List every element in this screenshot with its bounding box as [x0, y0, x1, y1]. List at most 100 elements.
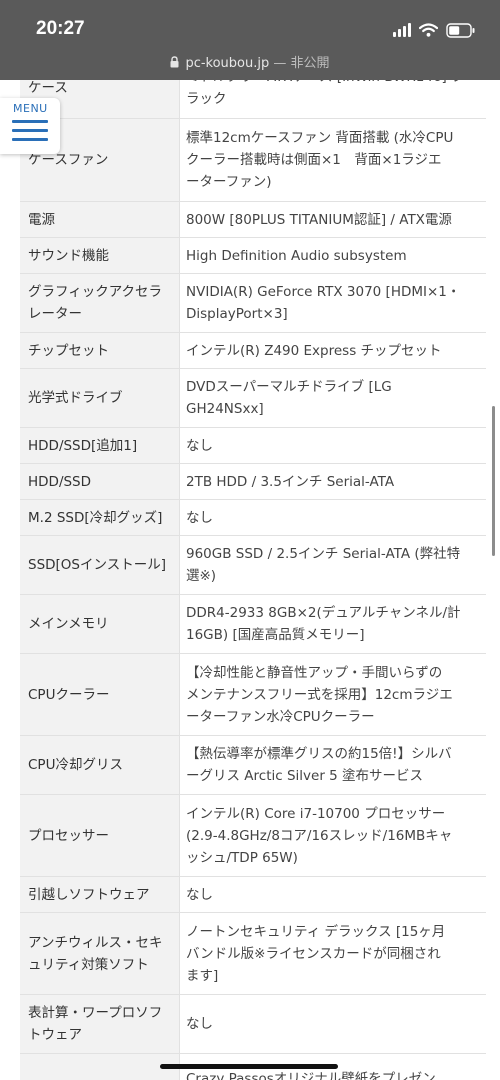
- spec-value-line: DisplayPort×3]: [186, 306, 288, 322]
- spec-value-line: インテル(R) Core i7-10700 プロセッサー: [186, 805, 446, 822]
- url-text: pc-koubou.jp: [185, 56, 270, 71]
- menu-label: MENU: [13, 102, 48, 115]
- spec-value-line: 選※): [186, 568, 217, 584]
- spec-row: プロセッサー インテル(R) Core i7-10700 プロセッサー (2.9-4…: [20, 795, 486, 877]
- spec-value-line: 2TB HDD / 3.5インチ Serial-ATA: [186, 473, 395, 490]
- spec-label: CPU冷却グリス: [20, 736, 180, 794]
- spec-label: アンチウィルス・セキ ュリティ対策ソフト: [20, 913, 180, 994]
- spec-value: 【熱伝導率が標準グリスの約15倍!】シルバ ーグリス Arctic Silver …: [180, 736, 486, 794]
- spec-value-line: インテル(R) Z490 Express チップセット: [186, 342, 442, 359]
- spec-value-line: ラック: [186, 91, 227, 107]
- spec-row: SSD[OSインストール] 960GB SSD / 2.5インチ Serial-A…: [20, 536, 486, 595]
- spec-value-line: GH24NSxx]: [186, 401, 264, 417]
- spec-value: なし: [180, 877, 486, 912]
- spec-row: サウンド機能 High Definition Audio subsystem: [20, 238, 486, 274]
- spec-value: なし: [180, 995, 486, 1053]
- spec-value-line: NVIDIA(R) GeForce RTX 3070 [HDMI×1・: [186, 284, 461, 300]
- spec-value-line: ーターファン): [186, 174, 272, 190]
- spec-row: CPU冷却グリス 【熱伝導率が標準グリスの約15倍!】シルバ ーグリス Arctic…: [20, 736, 486, 795]
- spec-value: DDR4-2933 8GB×2(デュアルチャンネル/計 16GB) [国産高品質メ…: [180, 595, 486, 653]
- spec-value-line: (2.9-4.8GHz/8コア/16スレッド/16MBキャ: [186, 827, 453, 844]
- spec-value-line: Crazy Passosオリジナル壁紙をプレゼン: [186, 1071, 436, 1080]
- spec-value-line: なし: [186, 1016, 213, 1032]
- spec-label: HDD/SSD[追加1]: [20, 428, 180, 463]
- spec-value: 800W [80PLUS TITANIUM認証] / ATX電源: [180, 202, 486, 237]
- spec-value-line: 800W [80PLUS TITANIUM認証] / ATX電源: [186, 211, 452, 228]
- spec-row: チップセット インテル(R) Z490 Express チップセット: [20, 333, 486, 369]
- spec-value: 【冷却性能と静音性アップ・手間いらずの メンテナンスフリー式を採用】12cmラジエ…: [180, 654, 486, 735]
- spec-value-line: なし: [186, 886, 213, 903]
- spec-value-line: ーターファン水冷CPUクーラー: [186, 708, 375, 725]
- spec-value: 960GB SSD / 2.5インチ Serial-ATA (弊社特 選※): [180, 536, 486, 594]
- spec-value: NVIDIA(R) GeForce RTX 3070 [HDMI×1・ Displ…: [180, 274, 486, 332]
- spec-value-line: ーグリス Arctic Silver 5 塗布サービス: [186, 768, 424, 784]
- status-icons: [393, 20, 476, 40]
- privacy-label: 非公開: [290, 56, 330, 71]
- spec-value: インテル(R) Z490 Express チップセット: [180, 333, 486, 368]
- spec-row: CPUクーラー 【冷却性能と静音性アップ・手間いらずの メンテナンスフリー式を採用】…: [20, 654, 486, 736]
- spec-row: 光学式ドライブ DVDスーパーマルチドライブ [LG GH24NSxx]: [20, 369, 486, 428]
- spec-label: SSD[OSインストール]: [20, 536, 180, 594]
- spec-label: プロセッサー: [20, 795, 180, 876]
- signal-icon: [393, 23, 411, 37]
- spec-row: 引越しソフトウェア なし: [20, 877, 486, 913]
- spec-value-line: 【冷却性能と静音性アップ・手間いらずの: [186, 664, 443, 681]
- battery-icon: [446, 22, 475, 38]
- spec-value-line: DDR4-2933 8GB×2(デュアルチャンネル/計: [186, 605, 461, 621]
- spec-label: CPUクーラー: [20, 654, 180, 735]
- spec-value-line: 960GB SSD / 2.5インチ Serial-ATA (弊社特: [186, 546, 461, 562]
- scrollbar-thumb[interactable]: [492, 406, 495, 556]
- spec-value-line: クーラー搭載時は側面×1 背面×1ラジエ: [186, 152, 442, 168]
- lock-icon: [170, 56, 179, 68]
- spec-value-line: 16GB) [国産高品質メモリー]: [186, 627, 365, 643]
- spec-value: インテル(R) Core i7-10700 プロセッサー (2.9-4.8GHz/…: [180, 795, 486, 876]
- spec-label: 電源: [20, 202, 180, 237]
- spec-value-line: 標準12cmケースファン 背面搭載 (水冷CPU: [186, 130, 454, 146]
- spec-value-line: メンテナンスフリー式を採用】12cmラジエ: [186, 686, 453, 703]
- spec-value-line: 【熱伝導率が標準グリスの約15倍!】シルバ: [186, 746, 452, 762]
- status-bar: 20:27 pc-koubou.jp — 非公開: [0, 0, 500, 80]
- wifi-icon: [419, 23, 438, 37]
- spec-row: M.2 SSD[冷却グッズ] なし: [20, 500, 486, 536]
- status-time: 20:27: [36, 18, 85, 39]
- spec-value: 2TB HDD / 3.5インチ Serial-ATA: [180, 464, 486, 499]
- spec-value-line: バンドル版※ライセンスカードが同梱され: [186, 945, 441, 962]
- url-separator: —: [273, 56, 287, 71]
- spec-value: なし: [180, 500, 486, 535]
- spec-label: 引越しソフトウェア: [20, 877, 180, 912]
- spec-value-line: High Definition Audio subsystem: [186, 247, 407, 264]
- spec-value: 標準12cmケースファン 背面搭載 (水冷CPU クーラー搭載時は側面×1 背面×…: [180, 119, 486, 201]
- spec-label: グラフィックアクセラ レーター: [20, 274, 180, 332]
- spec-row: HDD/SSD[追加1] なし: [20, 428, 486, 464]
- spec-label: メインメモリ: [20, 595, 180, 653]
- spec-label: チップセット: [20, 333, 180, 368]
- spec-row: HDD/SSD 2TB HDD / 3.5インチ Serial-ATA: [20, 464, 486, 500]
- spec-value-line: DVDスーパーマルチドライブ [LG: [186, 379, 392, 395]
- spec-value: High Definition Audio subsystem: [180, 238, 486, 273]
- spec-row: グラフィックアクセラ レーター NVIDIA(R) GeForce RTX 307…: [20, 274, 486, 333]
- page-content: ケースミドルタワーATXケース [InWin BWR146] ブラックケースファ…: [0, 80, 500, 1080]
- spec-value: なし: [180, 428, 486, 463]
- spec-label: M.2 SSD[冷却グッズ]: [20, 500, 180, 535]
- spec-label: サウンド機能: [20, 238, 180, 273]
- spec-row: アンチウィルス・セキ ュリティ対策ソフト ノートンセキュリティ デラックス [15…: [20, 913, 486, 995]
- spec-value-line: ッシュ/TDP 65W): [186, 849, 298, 866]
- home-indicator[interactable]: [160, 1064, 338, 1069]
- spec-value-line: ノートンセキュリティ デラックス [15ヶ月: [186, 923, 446, 940]
- spec-value-line: ミドルタワーATXケース [InWin BWR146] ブ: [186, 80, 465, 88]
- spec-table: ケースミドルタワーATXケース [InWin BWR146] ブラックケースファ…: [20, 80, 486, 1080]
- url-bar[interactable]: pc-koubou.jp — 非公開: [0, 52, 500, 71]
- spec-label: HDD/SSD: [20, 464, 180, 499]
- spec-value: DVDスーパーマルチドライブ [LG GH24NSxx]: [180, 369, 486, 427]
- spec-label: 光学式ドライブ: [20, 369, 180, 427]
- spec-value-line: なし: [186, 509, 213, 526]
- spec-row: 電源 800W [80PLUS TITANIUM認証] / ATX電源: [20, 202, 486, 238]
- spec-value: ミドルタワーATXケース [InWin BWR146] ブラック: [180, 80, 486, 118]
- spec-value: ノートンセキュリティ デラックス [15ヶ月 バンドル版※ライセンスカードが同梱さ…: [180, 913, 486, 994]
- menu-button[interactable]: MENU: [0, 98, 60, 154]
- spec-value-line: なし: [186, 437, 213, 454]
- spec-label: 表計算・ワープロソフ トウェア: [20, 995, 180, 1053]
- spec-row: ケースファン 標準12cmケースファン 背面搭載 (水冷CPU クーラー搭載時は側面…: [20, 119, 486, 202]
- spec-value-line: ます]: [186, 967, 219, 984]
- spec-row: ケースミドルタワーATXケース [InWin BWR146] ブラック: [20, 80, 486, 119]
